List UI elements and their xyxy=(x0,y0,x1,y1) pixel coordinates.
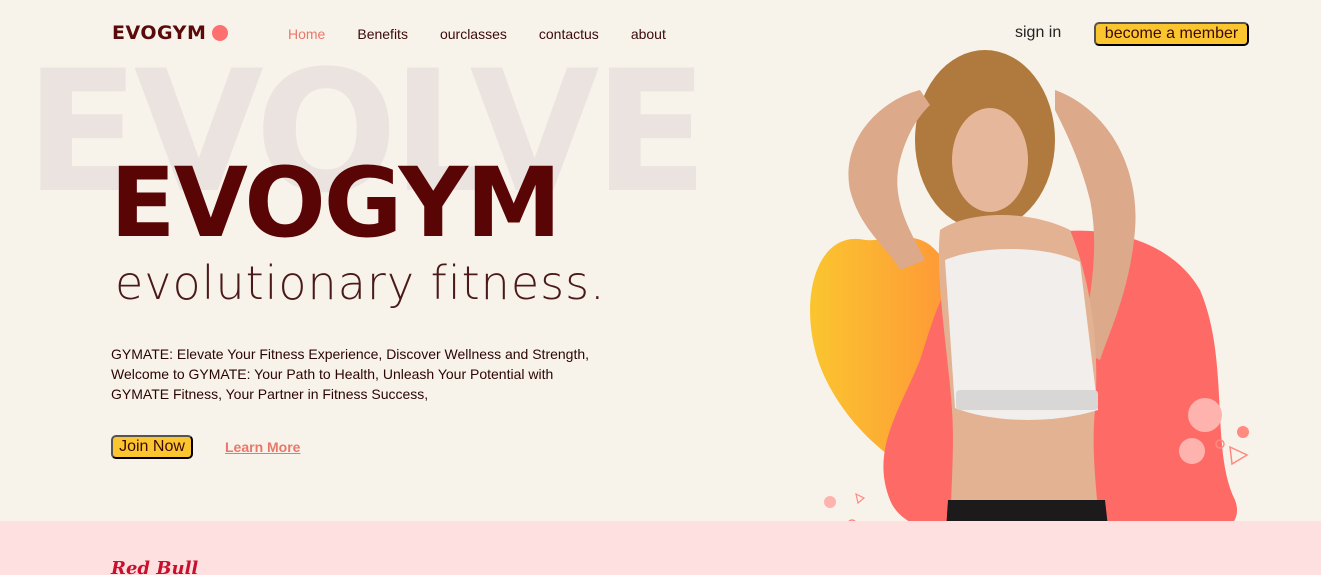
sponsor-logo-redbull: Red Bull xyxy=(111,558,199,575)
deco-triangle-icon xyxy=(1229,445,1249,466)
deco-circle-small xyxy=(1237,426,1249,438)
person-face-shape xyxy=(952,108,1028,212)
learn-more-link[interactable]: Learn More xyxy=(225,439,300,455)
deco-small-triangle-icon xyxy=(855,492,866,505)
deco-dot-left xyxy=(824,496,836,508)
deco-circle-medium xyxy=(1179,438,1205,464)
bra-band-shape xyxy=(956,390,1098,410)
hero-title: EVOGYM xyxy=(110,147,562,259)
deco-circle-large xyxy=(1188,398,1222,432)
hero-image-illustration xyxy=(810,50,1249,563)
hero-subtitle: evolutionary fitness. xyxy=(115,256,606,310)
sponsors-band: Red Bull xyxy=(0,521,1321,575)
hero-description: GYMATE: Elevate Your Fitness Experience,… xyxy=(111,346,590,402)
join-now-button[interactable]: Join Now xyxy=(111,435,193,459)
